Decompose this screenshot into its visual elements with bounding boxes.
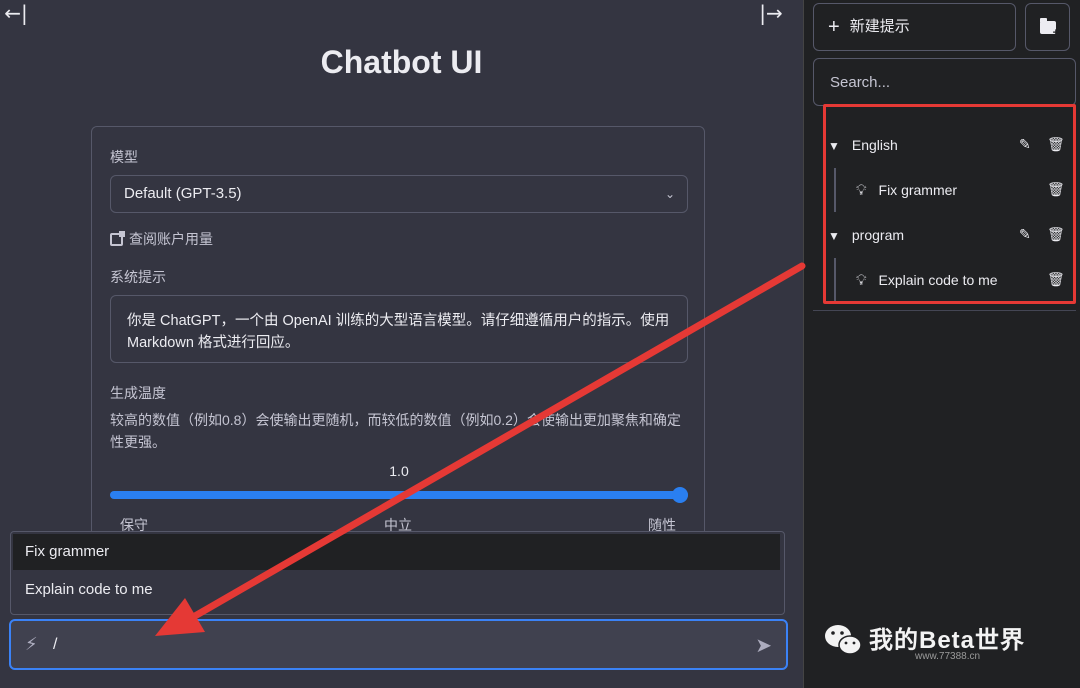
watermark: 我的Beta世界 www.77388.cn [823,616,1063,666]
watermark-text: 我的Beta世界 [869,627,1026,654]
wechat-logo-icon [825,625,862,655]
annotation-arrow [155,262,806,636]
watermark-url: www.77388.cn [915,651,981,662]
